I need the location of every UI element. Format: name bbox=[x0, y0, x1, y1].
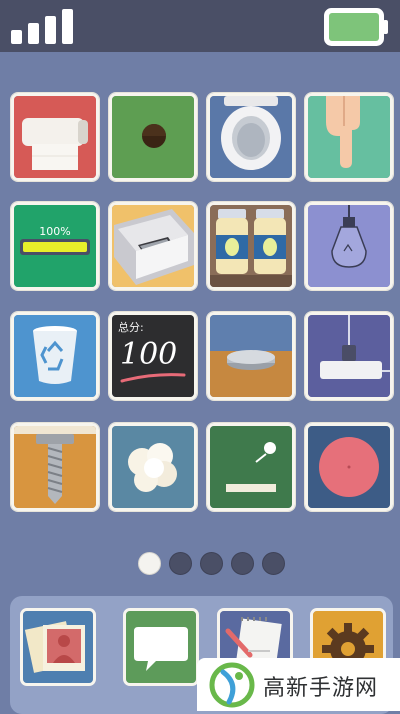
page-dot-2[interactable] bbox=[169, 552, 192, 575]
app-power-plug[interactable] bbox=[305, 312, 393, 400]
progress-label: 100% bbox=[39, 225, 71, 238]
toilet-paper-icon bbox=[14, 96, 96, 178]
toilet-icon bbox=[210, 96, 292, 178]
popcorn-icon bbox=[112, 426, 194, 508]
light-bulb-icon bbox=[308, 205, 390, 287]
score-label: 总分: bbox=[118, 321, 144, 334]
coin-icon bbox=[210, 315, 292, 397]
pointing-hand-icon bbox=[308, 96, 390, 178]
phone-in-box-icon bbox=[112, 205, 194, 287]
app-light-bulb[interactable] bbox=[305, 202, 393, 290]
hole-icon bbox=[112, 96, 194, 178]
app-popcorn[interactable] bbox=[109, 423, 197, 511]
watermark-text: 高新手游网 bbox=[263, 676, 379, 701]
page-dot-4[interactable] bbox=[231, 552, 254, 575]
page-dot-1[interactable] bbox=[138, 552, 161, 575]
dock-app-photos[interactable] bbox=[20, 608, 96, 686]
app-phone-in-box[interactable] bbox=[109, 202, 197, 290]
app-toilet[interactable] bbox=[207, 93, 295, 181]
jars-icon bbox=[210, 205, 292, 287]
photos-icon bbox=[23, 611, 93, 683]
page-dot-3[interactable] bbox=[200, 552, 223, 575]
score-value: 100 bbox=[120, 337, 178, 372]
app-jars[interactable] bbox=[207, 202, 295, 290]
pink-ball-icon bbox=[308, 426, 390, 508]
app-coin-on-table[interactable] bbox=[207, 312, 295, 400]
app-chalkboard-score[interactable]: 总分: 100 bbox=[109, 312, 197, 400]
app-hole[interactable] bbox=[109, 93, 197, 181]
screw-icon bbox=[14, 426, 96, 508]
message-bubble-icon bbox=[126, 611, 196, 683]
ball-paddle-icon bbox=[210, 426, 292, 508]
page-dot-5[interactable] bbox=[262, 552, 285, 575]
app-ball-paddle[interactable] bbox=[207, 423, 295, 511]
app-screw[interactable] bbox=[11, 423, 99, 511]
charging-bar-icon bbox=[14, 205, 96, 287]
app-grid: 100% 总分: 100 bbox=[0, 0, 400, 540]
app-battery-progress[interactable]: 100% bbox=[11, 202, 99, 290]
app-recycle-bin[interactable] bbox=[11, 312, 99, 400]
power-plug-icon bbox=[308, 315, 390, 397]
watermark-logo bbox=[209, 662, 255, 708]
app-toilet-paper[interactable] bbox=[11, 93, 99, 181]
progress-fill bbox=[23, 242, 87, 252]
page-indicator bbox=[0, 552, 400, 576]
app-pointing-hand[interactable] bbox=[305, 93, 393, 181]
recycle-bin-icon bbox=[14, 315, 96, 397]
dock-app-messages[interactable] bbox=[123, 608, 199, 686]
watermark: 高新手游网 bbox=[197, 658, 400, 711]
app-pink-ball[interactable] bbox=[305, 423, 393, 511]
